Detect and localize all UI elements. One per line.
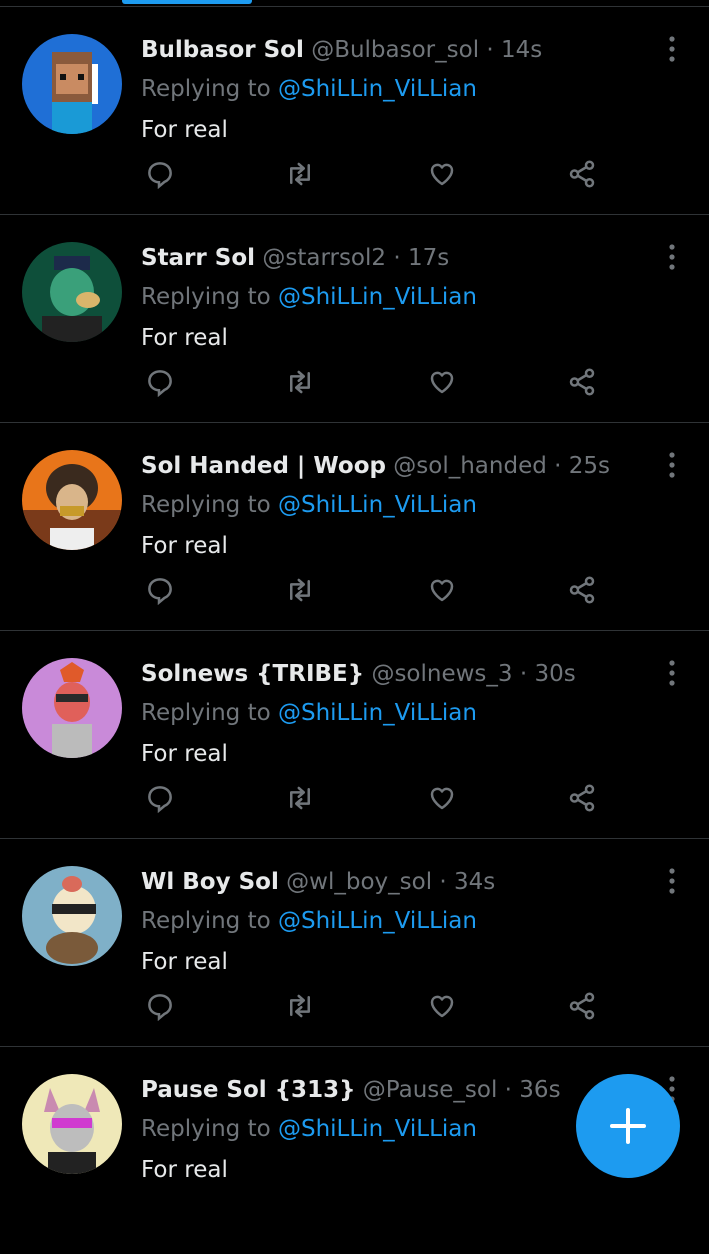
timestamp[interactable]: 17s: [408, 245, 449, 271]
user-handle[interactable]: @wl_boy_sol: [286, 869, 432, 895]
reply-text: For real: [141, 325, 228, 351]
heart-icon[interactable]: [424, 988, 460, 1024]
reply-item[interactable]: Solnews {TRIBE} @solnews_3 · 30s Replyin…: [0, 630, 709, 839]
replying-prefix: Replying to: [141, 908, 271, 934]
reply-header: Wl Boy Sol @wl_boy_sol · 34s: [141, 865, 495, 899]
retweet-icon[interactable]: [282, 988, 318, 1024]
reply-header: Solnews {TRIBE} @solnews_3 · 30s: [141, 657, 576, 691]
replying-to: Replying to @ShiLLin_ViLLian: [141, 904, 477, 938]
reply-icon[interactable]: [142, 364, 178, 400]
display-name[interactable]: Pause Sol {313}: [141, 1077, 355, 1103]
display-name[interactable]: Starr Sol: [141, 245, 255, 271]
action-bar: [0, 572, 709, 612]
share-icon[interactable]: [564, 988, 600, 1024]
retweet-icon[interactable]: [282, 780, 318, 816]
reply-item[interactable]: Sol Handed | Woop @sol_handed · 25s Repl…: [0, 422, 709, 631]
heart-icon[interactable]: [424, 780, 460, 816]
timestamp[interactable]: 30s: [534, 661, 575, 687]
timestamp[interactable]: 25s: [569, 453, 610, 479]
share-icon[interactable]: [564, 780, 600, 816]
heart-icon[interactable]: [424, 572, 460, 608]
share-icon[interactable]: [564, 364, 600, 400]
replying-prefix: Replying to: [141, 76, 271, 102]
reply-text: For real: [141, 949, 228, 975]
separator: ·: [554, 453, 562, 479]
more-vertical-icon[interactable]: [660, 34, 684, 64]
mention-link[interactable]: @ShiLLin_ViLLian: [278, 908, 477, 934]
avatar[interactable]: [22, 450, 122, 550]
reply-text: For real: [141, 1157, 228, 1183]
reply-text: For real: [141, 117, 228, 143]
replying-prefix: Replying to: [141, 1116, 271, 1142]
retweet-icon[interactable]: [282, 364, 318, 400]
mention-link[interactable]: @ShiLLin_ViLLian: [278, 492, 477, 518]
reply-item[interactable]: Wl Boy Sol @wl_boy_sol · 34s Replying to…: [0, 838, 709, 1047]
mention-link[interactable]: @ShiLLin_ViLLian: [278, 1116, 477, 1142]
timestamp[interactable]: 36s: [519, 1077, 560, 1103]
reply-header: Sol Handed | Woop @sol_handed · 25s: [141, 449, 610, 483]
reply-item[interactable]: Starr Sol @starrsol2 · 17s Replying to @…: [0, 214, 709, 423]
reply-icon[interactable]: [142, 156, 178, 192]
avatar[interactable]: [22, 34, 122, 134]
replying-to: Replying to @ShiLLin_ViLLian: [141, 488, 477, 522]
action-bar: [0, 780, 709, 820]
action-bar: [0, 988, 709, 1028]
mention-link[interactable]: @ShiLLin_ViLLian: [278, 700, 477, 726]
mention-link[interactable]: @ShiLLin_ViLLian: [278, 76, 477, 102]
reply-header: Starr Sol @starrsol2 · 17s: [141, 241, 449, 275]
avatar[interactable]: [22, 866, 122, 966]
action-bar: [0, 156, 709, 196]
display-name[interactable]: Solnews {TRIBE}: [141, 661, 364, 687]
retweet-icon[interactable]: [282, 572, 318, 608]
share-icon[interactable]: [564, 572, 600, 608]
user-handle[interactable]: @sol_handed: [393, 453, 547, 479]
reply-text: For real: [141, 741, 228, 767]
heart-icon[interactable]: [424, 364, 460, 400]
replying-prefix: Replying to: [141, 492, 271, 518]
plus-icon: [610, 1108, 646, 1144]
user-handle[interactable]: @Bulbasor_sol: [311, 37, 479, 63]
more-vertical-icon[interactable]: [660, 658, 684, 688]
avatar[interactable]: [22, 242, 122, 342]
user-handle[interactable]: @solnews_3: [371, 661, 512, 687]
separator: ·: [519, 661, 528, 687]
separator: ·: [504, 1077, 512, 1103]
compose-button[interactable]: [576, 1074, 680, 1178]
reply-icon[interactable]: [142, 988, 178, 1024]
replying-to: Replying to @ShiLLin_ViLLian: [141, 280, 477, 314]
reply-header: Bulbasor Sol @Bulbasor_sol · 14s: [141, 33, 542, 67]
user-handle[interactable]: @starrsol2: [262, 245, 386, 271]
reply-text: For real: [141, 533, 228, 559]
retweet-icon[interactable]: [282, 156, 318, 192]
replying-to: Replying to @ShiLLin_ViLLian: [141, 1112, 477, 1146]
heart-icon[interactable]: [424, 156, 460, 192]
avatar[interactable]: [22, 658, 122, 758]
avatar[interactable]: [22, 1074, 122, 1174]
separator: ·: [439, 869, 447, 895]
display-name[interactable]: Sol Handed | Woop: [141, 453, 386, 479]
reply-item[interactable]: Bulbasor Sol @Bulbasor_sol · 14s Replyin…: [0, 6, 709, 215]
more-vertical-icon[interactable]: [660, 450, 684, 480]
more-vertical-icon[interactable]: [660, 242, 684, 272]
replying-prefix: Replying to: [141, 700, 271, 726]
more-vertical-icon[interactable]: [660, 866, 684, 896]
tab-indicator: [122, 0, 252, 4]
reply-icon[interactable]: [142, 572, 178, 608]
reply-header: Pause Sol {313} @Pause_sol · 36s: [141, 1073, 561, 1107]
user-handle[interactable]: @Pause_sol: [363, 1077, 498, 1103]
reply-icon[interactable]: [142, 780, 178, 816]
timestamp[interactable]: 34s: [454, 869, 495, 895]
action-bar: [0, 364, 709, 404]
replying-to: Replying to @ShiLLin_ViLLian: [141, 72, 477, 106]
share-icon[interactable]: [564, 156, 600, 192]
display-name[interactable]: Bulbasor Sol: [141, 37, 304, 63]
replying-prefix: Replying to: [141, 284, 271, 310]
replying-to: Replying to @ShiLLin_ViLLian: [141, 696, 477, 730]
timestamp[interactable]: 14s: [501, 37, 542, 63]
display-name[interactable]: Wl Boy Sol: [141, 869, 279, 895]
separator: ·: [393, 245, 401, 271]
mention-link[interactable]: @ShiLLin_ViLLian: [278, 284, 477, 310]
separator: ·: [486, 37, 494, 63]
